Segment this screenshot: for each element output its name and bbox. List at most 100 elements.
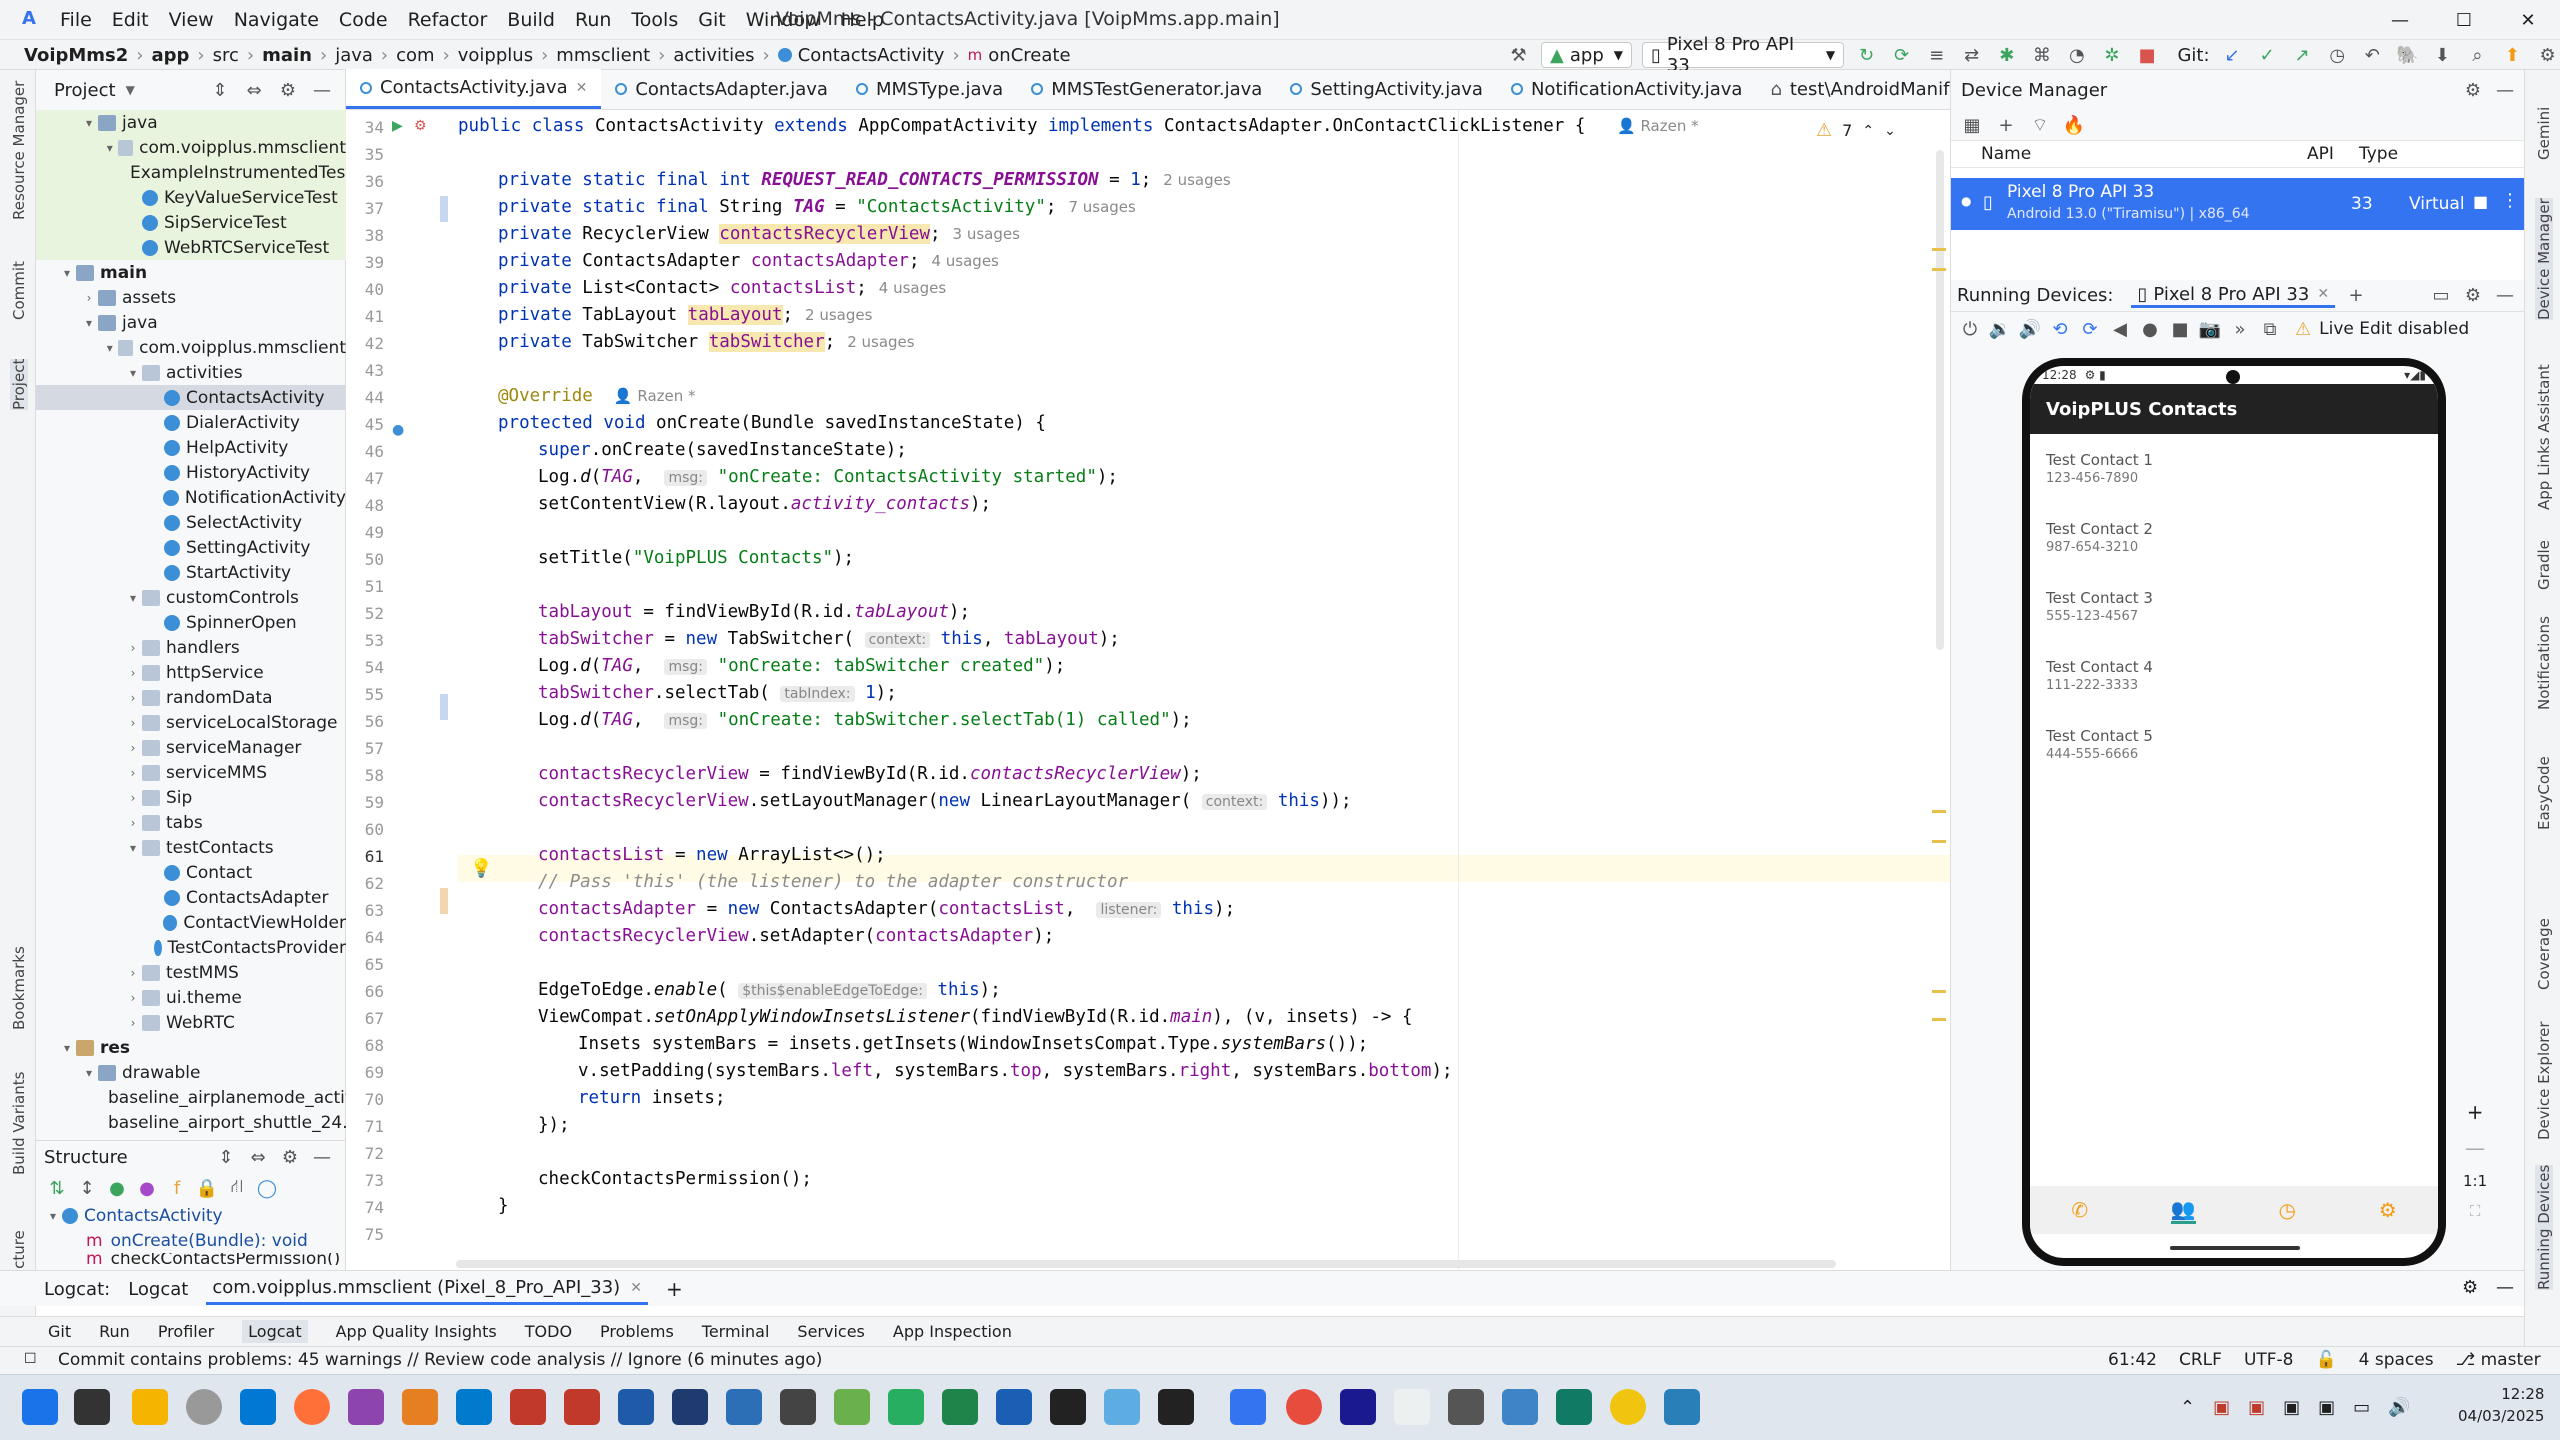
next-highlight-icon[interactable]: ⌄ xyxy=(1884,123,1896,139)
minimize-button[interactable]: — xyxy=(2368,0,2432,40)
stop-icon[interactable]: ■ xyxy=(2134,42,2159,68)
run-config-select[interactable]: ▲ app ▼ xyxy=(1541,42,1633,68)
history-tab-icon[interactable]: ◷ xyxy=(2279,1198,2296,1222)
tree-node[interactable]: HistoryActivity xyxy=(36,460,346,485)
sync-icon[interactable]: ⇄ xyxy=(1959,42,1984,68)
app-icon[interactable] xyxy=(1664,1389,1700,1425)
app-icon[interactable] xyxy=(726,1389,762,1425)
inherited-filter-icon[interactable]: f xyxy=(164,1175,190,1201)
line-separator[interactable]: CRLF xyxy=(2179,1350,2222,1370)
fit-screen-icon[interactable]: ⛶ xyxy=(2470,1202,2481,1220)
excel-icon[interactable] xyxy=(942,1389,978,1425)
app-links-assistant-tab[interactable]: App Links Assistant xyxy=(2535,364,2553,510)
commit-tab[interactable]: Commit xyxy=(10,261,28,320)
home-icon[interactable]: ● xyxy=(2137,316,2163,342)
add-logcat-icon[interactable]: + xyxy=(666,1277,683,1301)
property-filter-icon[interactable]: ● xyxy=(134,1175,160,1201)
list-icon[interactable]: ≡ xyxy=(1924,42,1949,68)
breadcrumb-method[interactable]: onCreate xyxy=(988,45,1070,66)
tree-node[interactable]: › Sip xyxy=(36,785,346,810)
prev-highlight-icon[interactable]: ⌃ xyxy=(1862,123,1874,139)
profiler-icon[interactable]: ◔ xyxy=(2064,42,2089,68)
expand-icon[interactable]: ⇕ xyxy=(213,1144,239,1170)
tab-mms-type[interactable]: MMSType.java xyxy=(842,69,1017,109)
sort-alpha-icon[interactable]: ↕ xyxy=(74,1175,100,1201)
services-tool-tab[interactable]: Services xyxy=(797,1322,864,1341)
project-tab[interactable]: Project xyxy=(10,358,28,410)
tree-node[interactable]: ▾ customControls xyxy=(36,585,346,610)
gear-icon[interactable]: ⚙ xyxy=(2460,283,2486,309)
wifi-icon[interactable]: ⌔ xyxy=(2027,112,2053,138)
project-panel-title[interactable]: Project xyxy=(54,80,116,101)
chevron-right-icon[interactable]: › xyxy=(80,291,98,305)
clock[interactable]: 12:28 04/03/2025 xyxy=(2458,1383,2544,1427)
readonly-lock-icon[interactable]: 🔓 xyxy=(2316,1350,2337,1370)
device-select[interactable]: ▯ Pixel 8 Pro API 33 ▼ xyxy=(1642,34,1845,76)
logcat-tool-tab[interactable]: Logcat xyxy=(242,1320,308,1343)
menu-git[interactable]: Git xyxy=(698,9,725,31)
hierarchy-icon[interactable]: ⛙ xyxy=(224,1175,250,1201)
chevron-right-icon[interactable]: › xyxy=(124,816,142,830)
attach-icon[interactable]: ⌘ xyxy=(2029,42,2054,68)
chevron-down-icon[interactable]: ▾ xyxy=(80,116,98,130)
gear-icon[interactable]: ⚙ xyxy=(2460,77,2486,103)
menu-edit[interactable]: Edit xyxy=(112,9,149,31)
close-button[interactable]: ✕ xyxy=(2496,0,2560,40)
build-variants-tab[interactable]: Build Variants xyxy=(10,1072,28,1175)
app-icon[interactable] xyxy=(996,1389,1032,1425)
overview-icon[interactable]: ■ xyxy=(2167,316,2193,342)
tree-node[interactable]: › WebRTC xyxy=(36,1010,346,1035)
apply-changes-icon[interactable]: ⟳ xyxy=(1889,42,1914,68)
menu-file[interactable]: File xyxy=(60,9,92,31)
rollback-icon[interactable]: ↶ xyxy=(2360,42,2385,68)
expand-all-icon[interactable]: ⇕ xyxy=(207,77,233,103)
tree-node[interactable]: › httpService xyxy=(36,660,346,685)
horizontal-scrollbar[interactable] xyxy=(456,1260,1836,1268)
settings-icon[interactable]: ⚙ xyxy=(2535,42,2560,68)
todo-tool-tab[interactable]: TODO xyxy=(525,1322,572,1341)
tree-node[interactable]: › testMMS xyxy=(36,960,346,985)
rotate-left-icon[interactable]: ⟲ xyxy=(2047,316,2073,342)
contact-item[interactable]: Test Contact 2 987-654-3210 xyxy=(2030,503,2438,572)
tree-node[interactable]: ExampleInstrumentedTest xyxy=(36,160,346,185)
app-icon[interactable] xyxy=(1610,1389,1646,1425)
chevron-right-icon[interactable]: › xyxy=(124,741,142,755)
structure-item[interactable]: ▾ ContactsActivity xyxy=(36,1203,345,1228)
app-icon[interactable] xyxy=(240,1389,276,1425)
hammer-icon[interactable]: ⚒ xyxy=(1506,42,1531,68)
chevron-down-icon[interactable]: ▾ xyxy=(124,366,142,380)
tree-node[interactable]: ▾ java xyxy=(36,310,346,335)
tree-node[interactable]: Contact xyxy=(36,860,346,885)
easycode-tab[interactable]: EasyCode xyxy=(2535,756,2553,830)
vscode-icon[interactable] xyxy=(456,1389,492,1425)
chevron-right-icon[interactable]: › xyxy=(124,716,142,730)
status-message[interactable]: Commit contains problems: 45 warnings //… xyxy=(58,1350,822,1370)
logcat-tab[interactable]: Logcat xyxy=(128,1279,188,1300)
tray-app-icon[interactable]: ▣ xyxy=(2318,1397,2335,1418)
profiler-tool-tab[interactable]: Profiler xyxy=(158,1322,214,1341)
structure-item[interactable]: m onCreate(Bundle): void xyxy=(36,1228,345,1253)
start-icon[interactable] xyxy=(22,1389,58,1425)
sdk-manager-icon[interactable]: ⬇ xyxy=(2430,42,2455,68)
app-icon[interactable] xyxy=(1050,1389,1086,1425)
breadcrumb-com[interactable]: com xyxy=(396,45,434,66)
contacts-list[interactable]: Test Contact 1 123-456-7890 Test Contact … xyxy=(2030,434,2438,779)
warning-icon[interactable]: ⚠ xyxy=(1816,120,1832,141)
breadcrumb-mmsclient[interactable]: mmsclient xyxy=(556,45,650,66)
hide-icon[interactable]: — xyxy=(2492,283,2518,309)
implements-gutter-icon[interactable]: ⚙ xyxy=(414,118,427,134)
tab-contacts-adapter[interactable]: ContactsAdapter.java xyxy=(601,69,842,109)
app-icon[interactable] xyxy=(186,1389,222,1425)
visual-studio-icon[interactable] xyxy=(348,1389,384,1425)
debug-icon[interactable]: ✱ xyxy=(1994,42,2019,68)
resource-manager-tab[interactable]: Resource Manager xyxy=(10,81,28,220)
git-tool-tab[interactable]: Git xyxy=(48,1322,71,1341)
menu-tools[interactable]: Tools xyxy=(631,9,678,31)
running-devices-tab[interactable]: Running Devices xyxy=(2535,1164,2553,1290)
tray-app-icon[interactable]: ▣ xyxy=(2248,1397,2265,1418)
tree-node[interactable]: › handlers xyxy=(36,635,346,660)
breadcrumb-voipplus[interactable]: voipplus xyxy=(458,45,533,66)
app-icon[interactable] xyxy=(780,1389,816,1425)
menu-refactor[interactable]: Refactor xyxy=(408,9,488,31)
maximize-button[interactable]: ☐ xyxy=(2432,0,2496,40)
